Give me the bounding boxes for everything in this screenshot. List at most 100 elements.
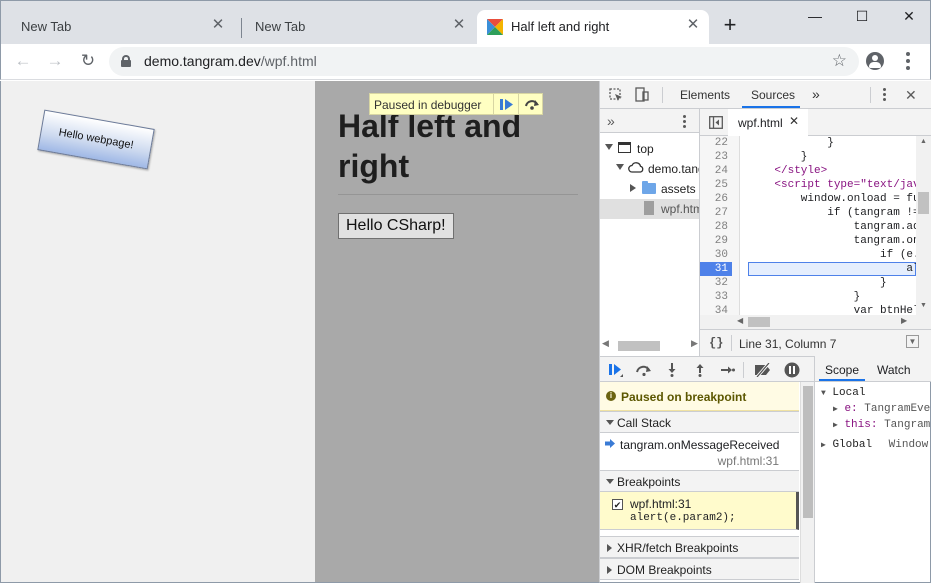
scroll-left-icon[interactable]: ◀ <box>602 338 609 349</box>
scope-local[interactable]: ▼ Local <box>821 387 865 399</box>
editor-vertical-scrollbar[interactable]: ▲ ▼ <box>916 136 931 329</box>
line-number[interactable]: 25 <box>700 178 728 192</box>
debugger-sidebar-scrollbar[interactable] <box>800 382 814 583</box>
collapse-arrow-icon[interactable] <box>607 566 612 574</box>
code-line-breakpoint[interactable]: 31 alert( <box>700 262 931 276</box>
window-close-icon[interactable]: ✕ <box>899 7 919 27</box>
code-line[interactable]: 30 if (e.param1 <box>700 248 931 262</box>
code-line[interactable]: 23 } <box>700 150 916 164</box>
scrollbar-thumb[interactable] <box>918 192 929 214</box>
line-number[interactable]: 23 <box>700 150 728 164</box>
expand-arrow-icon[interactable]: ▼ <box>821 389 826 398</box>
expand-arrow-icon[interactable] <box>605 144 613 150</box>
line-number[interactable]: 31 <box>700 262 732 276</box>
devtools-close-icon[interactable]: ✕ <box>905 87 917 104</box>
more-tabs-icon[interactable]: » <box>812 86 820 102</box>
call-stack-header[interactable]: Call Stack <box>600 411 799 433</box>
tree-item-top[interactable]: top <box>600 139 699 159</box>
step-over-icon[interactable] <box>635 364 653 376</box>
tab-sources[interactable]: Sources <box>751 88 795 102</box>
dom-breakpoints-header[interactable]: DOM Breakpoints <box>600 558 799 580</box>
scope-var-this[interactable]: ▶ this: Tangram <box>833 419 930 431</box>
code-line[interactable]: 29 tangram.onMessageReceived <box>700 234 931 248</box>
navigator-scrollbar[interactable] <box>618 341 660 351</box>
call-frame[interactable]: tangram.onMessageReceived wpf.html:31 <box>600 433 799 471</box>
file-tab-close-icon[interactable]: ✕ <box>789 114 799 128</box>
line-number[interactable]: 26 <box>700 192 728 206</box>
line-number[interactable]: 32 <box>700 276 728 290</box>
step-out-icon[interactable] <box>695 363 705 377</box>
code-line[interactable]: 32 } <box>700 276 916 290</box>
tab-half-left-right[interactable]: Half left and right ✕ <box>477 10 709 45</box>
coverage-icon[interactable]: ▼ <box>906 335 919 348</box>
breakpoint-checkbox[interactable]: ✔ <box>612 499 623 510</box>
close-icon[interactable]: ✕ <box>450 16 468 34</box>
close-icon[interactable]: ✕ <box>684 16 702 34</box>
scroll-right-icon[interactable]: ▶ <box>901 316 907 325</box>
collapse-arrow-icon[interactable]: ▶ <box>833 421 838 430</box>
wpf-hello-webpage-card[interactable]: Hello webpage! <box>37 109 155 170</box>
toggle-navigator-icon[interactable] <box>709 116 723 129</box>
new-tab-button[interactable]: + <box>719 14 741 37</box>
deactivate-breakpoints-icon[interactable] <box>754 363 772 377</box>
code-line[interactable]: 24 </style> <box>700 164 916 178</box>
minimize-icon[interactable]: — <box>805 7 825 27</box>
scope-var-e[interactable]: ▶ e: TangramEvent <box>833 403 931 415</box>
line-number[interactable]: 27 <box>700 206 728 220</box>
line-number[interactable]: 28 <box>700 220 728 234</box>
browser-menu-icon[interactable] <box>903 52 913 70</box>
collapse-arrow-icon[interactable]: ▶ <box>833 405 838 414</box>
code-line[interactable]: 25 <script type="text/javascript"> <box>700 178 931 192</box>
scroll-right-icon[interactable]: ▶ <box>691 338 698 349</box>
code-line[interactable]: 27 if (tangram != null) { <box>700 206 931 220</box>
step-over-button[interactable] <box>518 94 543 114</box>
resume-button[interactable] <box>493 94 518 114</box>
reload-button[interactable]: ↻ <box>76 50 100 74</box>
code-line[interactable]: 26 window.onload = function () { <box>700 192 931 206</box>
pretty-print-icon[interactable]: {} <box>709 336 723 350</box>
tree-item-domain[interactable]: demo.tangram.dev <box>600 159 699 179</box>
scroll-left-icon[interactable]: ◀ <box>737 316 743 325</box>
line-number[interactable]: 24 <box>700 164 728 178</box>
expand-arrow-icon[interactable] <box>606 420 614 425</box>
close-icon[interactable]: ✕ <box>209 16 227 34</box>
tab-elements[interactable]: Elements <box>680 88 730 102</box>
collapse-arrow-icon[interactable] <box>607 544 612 552</box>
line-number[interactable]: 29 <box>700 234 728 248</box>
code-line[interactable]: 33 } <box>700 290 916 304</box>
forward-button[interactable]: → <box>43 50 67 74</box>
back-button[interactable]: ← <box>11 50 35 74</box>
expand-arrow-icon[interactable] <box>606 479 614 484</box>
tab-new-tab-1[interactable]: New Tab ✕ <box>1 10 241 45</box>
step-icon[interactable] <box>721 365 735 375</box>
hello-csharp-button[interactable]: Hello CSharp! <box>338 213 454 239</box>
profile-avatar-icon[interactable] <box>866 52 884 70</box>
collapse-arrow-icon[interactable]: ▶ <box>821 441 826 450</box>
code-editor[interactable]: 22 } 23 } 24 </style> 25 <script type="text… <box>700 136 931 329</box>
collapse-arrow-icon[interactable] <box>630 184 636 192</box>
scrollbar-thumb[interactable] <box>803 386 813 518</box>
xhr-breakpoints-header[interactable]: XHR/fetch Breakpoints <box>600 536 799 558</box>
code-line[interactable]: 22 } <box>700 136 916 150</box>
tab-scope[interactable]: Scope <box>825 363 859 377</box>
expand-arrow-icon[interactable] <box>616 164 624 170</box>
scope-global[interactable]: ▶ Global Window <box>821 439 928 451</box>
maximize-icon[interactable]: ☐ <box>852 7 872 27</box>
navigator-more-icon[interactable]: » <box>607 113 615 129</box>
line-number[interactable]: 33 <box>700 290 728 304</box>
scrollbar-thumb[interactable] <box>748 317 770 327</box>
scroll-down-icon[interactable]: ▼ <box>920 302 927 309</box>
tab-watch[interactable]: Watch <box>877 363 911 377</box>
resume-icon[interactable] <box>609 364 623 377</box>
navigator-menu-icon[interactable] <box>683 115 686 128</box>
tree-item-wpf-html[interactable]: wpf.html <box>600 199 699 219</box>
inspect-element-icon[interactable] <box>609 88 623 102</box>
code-line[interactable]: 28 tangram.addEventListener <box>700 220 931 234</box>
breakpoint-item[interactable]: ✔ wpf.html:31 alert(e.param2); <box>600 492 799 530</box>
line-number[interactable]: 30 <box>700 248 728 262</box>
editor-horizontal-scrollbar[interactable]: ◀ ▶ <box>700 315 916 329</box>
pause-on-exceptions-icon[interactable] <box>784 362 800 378</box>
device-toolbar-icon[interactable] <box>635 87 649 102</box>
tree-item-assets[interactable]: assets <box>600 179 699 199</box>
address-bar[interactable]: demo.tangram.dev/wpf.html ☆ <box>109 47 859 76</box>
